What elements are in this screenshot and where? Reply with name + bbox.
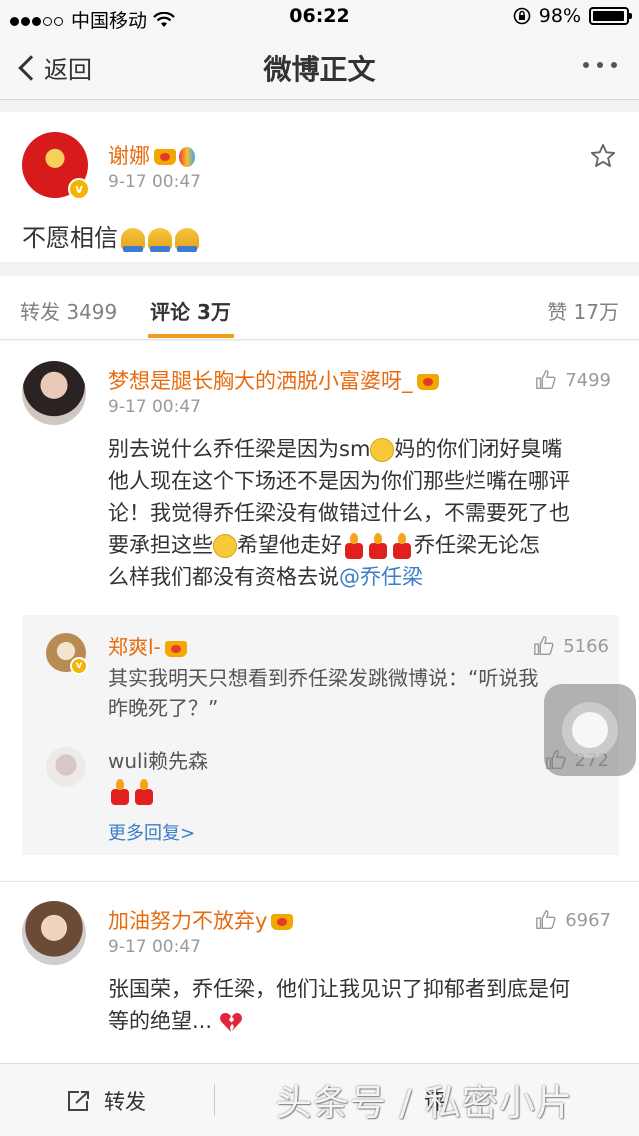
comment-line: 希望他走好	[237, 533, 342, 557]
pray-emoji	[148, 228, 172, 252]
star-icon[interactable]	[589, 142, 617, 170]
pray-emoji	[175, 228, 199, 252]
post-text-content: 不愿相信	[22, 224, 118, 252]
candle-emoji	[391, 533, 413, 559]
reply-like-button[interactable]: 5166	[533, 635, 609, 657]
lock-rotation-icon	[513, 7, 531, 25]
page-title: 微博正文	[263, 53, 376, 86]
crown-icon	[271, 914, 294, 930]
candle-emoji	[343, 533, 365, 559]
tab-active-indicator	[148, 334, 234, 338]
thumb-up-icon	[534, 636, 554, 655]
like-button[interactable]: 6967	[535, 909, 611, 931]
reply-author-name[interactable]: wuli赖先森	[108, 745, 208, 774]
more-icon[interactable]	[583, 62, 617, 68]
comment-avatar[interactable]	[22, 361, 86, 425]
comment-text: 张国荣，乔任梁，他们让我见识了抑郁者到底是何 等的绝望...	[108, 973, 618, 1037]
smile-emoji	[370, 438, 395, 462]
tab-bar: 转发 3499 评论 3万 赞 17万	[0, 276, 639, 340]
post-card: v 谢娜 9-17 00:47 不愿相信	[0, 112, 639, 262]
post-text: 不愿相信	[22, 218, 199, 253]
thumb-up-icon	[536, 910, 556, 929]
comment-author-name: 梦想是腿长胸大的洒脱小富婆呀_	[108, 369, 413, 393]
reply-line: 其实我明天只想看到乔任梁发跳微博说：“听说我	[108, 666, 539, 690]
status-bar: 中国移动 06:22 98%	[0, 0, 639, 34]
tab-comment[interactable]: 评论 3万	[150, 296, 231, 325]
verified-badge-icon: v	[68, 178, 90, 200]
like-count: 6967	[565, 909, 611, 931]
reply-author-name: 郑爽l-	[108, 635, 161, 659]
tab-like[interactable]: 赞 17万	[547, 296, 619, 325]
comment-time: 9-17 00:47	[108, 937, 201, 957]
candle-emoji	[367, 533, 389, 559]
reply-avatar[interactable]	[46, 747, 86, 787]
candle-emoji	[133, 779, 155, 805]
comment-line: 他人现在这个下场还不是因为你们那些烂嘴在哪评	[108, 469, 570, 493]
reply-like-count: 5166	[563, 635, 609, 657]
comment-line: 乔任梁无论怎	[414, 533, 540, 557]
comment-line: 别去说什么乔任梁是因为sm	[108, 437, 371, 461]
more-replies-link[interactable]: 更多回复>	[108, 819, 195, 845]
mention-link[interactable]: @乔任梁	[339, 565, 423, 589]
battery-percent: 98%	[538, 5, 581, 27]
repost-label: 转发	[104, 1090, 146, 1114]
post-author[interactable]: 谢娜	[108, 140, 195, 170]
crown-icon	[164, 640, 187, 657]
comment-line: 等的绝望...	[108, 1009, 213, 1033]
reply-text: 其实我明天只想看到乔任梁发跳微博说：“听说我 昨晚死了？”	[108, 663, 538, 723]
crown-icon	[416, 374, 439, 390]
like-count: 7499	[565, 369, 611, 391]
balloon-icon	[179, 147, 195, 167]
comment-line: 么样我们都没有资格去说	[108, 565, 339, 589]
candle-emoji	[109, 779, 131, 805]
like-button[interactable]: 7499	[535, 369, 611, 391]
post-author-name: 谢娜	[108, 144, 150, 168]
broken-heart-emoji	[219, 1013, 242, 1032]
bottom-separator	[214, 1084, 215, 1116]
post-time: 9-17 00:47	[108, 172, 201, 192]
verified-badge-icon: v	[70, 657, 88, 675]
battery-icon	[589, 7, 632, 25]
smile-emoji	[213, 534, 237, 558]
comment-time: 9-17 00:47	[108, 397, 201, 417]
comment-line: 妈的你们闭好臭嘴	[394, 437, 563, 461]
repost-icon	[68, 1091, 89, 1111]
assistive-touch-button[interactable]	[544, 684, 636, 776]
pray-emoji	[121, 228, 145, 252]
comment-text: 别去说什么乔任梁是因为sm 妈的你们闭好臭嘴 他人现在这个下场还不是因为你们那些烂…	[108, 433, 618, 593]
reply-box: v 郑爽l- 5166 其实我明天只想看到乔任梁发跳微博说：“听说我 昨晚死了？…	[22, 615, 619, 855]
status-right: 98%	[513, 5, 632, 27]
reply-author[interactable]: 郑爽l-	[108, 631, 187, 660]
comment-author[interactable]: 加油努力不放弃y	[108, 905, 294, 935]
comment-author-name: 加油努力不放弃y	[108, 909, 268, 933]
comment-line: 要承担这些	[108, 533, 213, 557]
crown-icon	[154, 149, 176, 165]
comment-divider	[0, 881, 639, 882]
tab-repost[interactable]: 转发 3499	[20, 296, 117, 325]
nav-bar: 返回 微博正文	[0, 34, 639, 100]
comment-avatar[interactable]	[22, 901, 86, 965]
reply-line: 昨晚死了？”	[108, 696, 219, 720]
reply-text	[108, 779, 156, 805]
comment-author[interactable]: 梦想是腿长胸大的洒脱小富婆呀_	[108, 365, 439, 395]
repost-button[interactable]: 转发	[66, 1086, 146, 1116]
watermark-text: 头条号 / 私密小片	[276, 1083, 574, 1124]
comment-line: 张国荣，乔任梁，他们让我见识了抑郁者到底是何	[108, 977, 570, 1001]
comment-line: 论！我觉得乔任梁没有做错过什么，不需要死了也	[108, 501, 570, 525]
thumb-up-icon	[536, 370, 556, 389]
